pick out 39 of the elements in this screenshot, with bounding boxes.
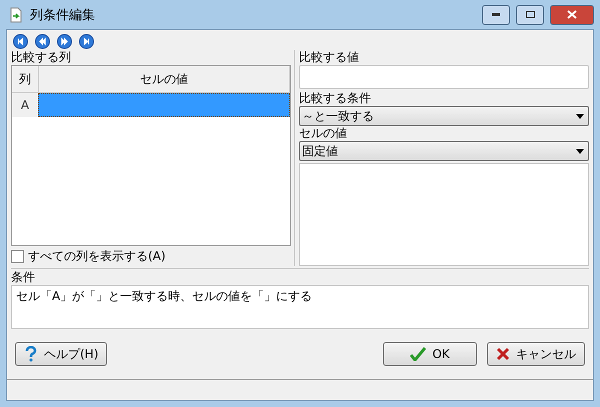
question-icon [24,346,38,362]
skip-icon [15,36,26,46]
maximize-icon [526,11,534,18]
group-label: 条件 [11,270,36,285]
help-button[interactable]: ヘルプ(H) [15,342,108,366]
group-label: 比較する列 [11,50,72,65]
step-button[interactable] [35,34,50,48]
close-icon [567,10,577,19]
cancel-button[interactable]: キャンセル [487,342,585,366]
caret-icon [576,114,584,118]
dropdown[interactable]: ～と一致する [299,106,589,126]
ok-button[interactable]: OK [383,342,477,366]
caret-icon [576,148,584,154]
skip-button[interactable] [13,34,28,48]
skip-button[interactable] [79,34,94,48]
double-arrow-icon [59,36,70,46]
cross-icon [496,347,510,361]
column-header: 列 [12,66,39,92]
row-header: A [12,93,38,117]
double-arrow-icon [37,36,48,46]
table-cell[interactable] [38,93,290,117]
minimize-button[interactable] [482,4,510,24]
column-header: セルの値 [39,66,290,92]
input-field[interactable] [299,65,589,89]
step-button[interactable] [57,34,72,48]
close-button[interactable] [550,4,594,24]
dropdown[interactable]: 固定値 [299,141,589,161]
minimize-icon [492,13,500,16]
checkbox[interactable] [11,250,24,262]
condition-text: セル「A」が「」と一致する時、セルの値を「」にする [11,285,589,329]
check-icon [410,347,426,361]
checkbox-label: すべての列を表示する(A) [28,248,166,264]
document-icon [8,6,24,22]
skip-icon [81,36,92,46]
group-label: 比較する値 [299,50,360,65]
maximize-button[interactable] [516,4,544,24]
window-title: 列条件編集 [30,6,96,24]
group-label: 比較する条件 [299,91,372,106]
group-label: セルの値 [299,126,348,141]
